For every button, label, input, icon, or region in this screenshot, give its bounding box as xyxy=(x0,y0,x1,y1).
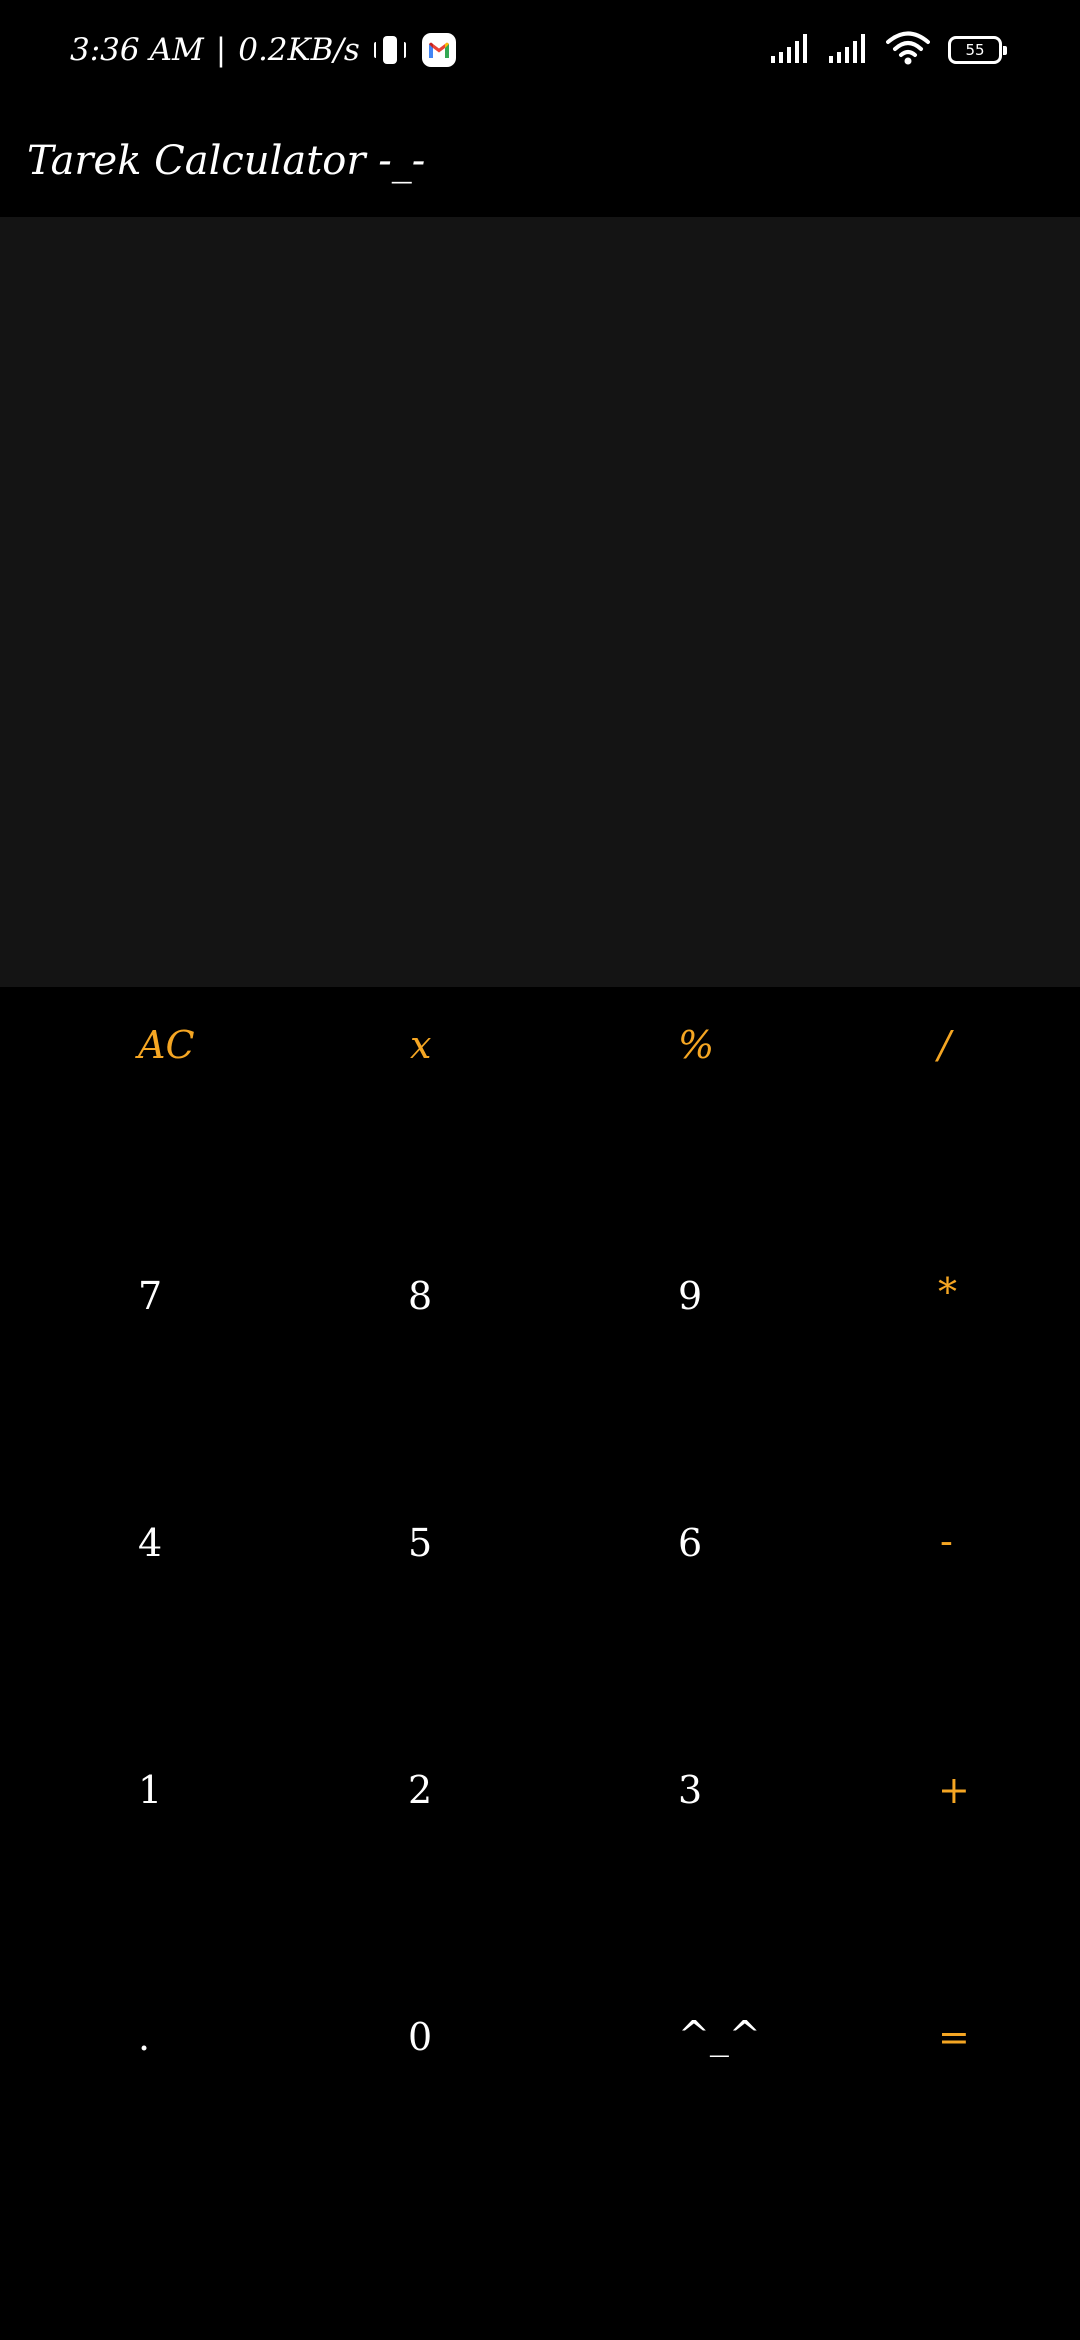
digit-9-button[interactable]: 9 xyxy=(540,1234,810,1481)
digit-5-button[interactable]: 5 xyxy=(270,1481,540,1728)
key-label: 8 xyxy=(408,1274,433,1318)
key-label: = xyxy=(938,2015,970,2059)
decimal-button[interactable]: . xyxy=(0,1975,270,2222)
key-label: 7 xyxy=(138,1274,163,1318)
digit-3-button[interactable]: 3 xyxy=(540,1728,810,1975)
key-label: - xyxy=(940,1519,953,1563)
status-right: 55 xyxy=(770,30,1007,70)
digit-6-button[interactable]: 6 xyxy=(540,1481,810,1728)
key-label: 9 xyxy=(678,1274,703,1318)
key-label: 1 xyxy=(138,1768,163,1812)
digit-4-button[interactable]: 4 xyxy=(0,1481,270,1728)
signal-icon xyxy=(770,32,810,68)
status-bar: 3:36 AM | 0.2KB/s 55 xyxy=(0,0,1080,100)
subtract-button[interactable]: - xyxy=(810,1481,1080,1728)
key-label: 6 xyxy=(678,1521,703,1565)
app-bar: Tarek Calculator -_- xyxy=(0,100,1080,217)
digit-8-button[interactable]: 8 xyxy=(270,1234,540,1481)
key-label: 4 xyxy=(138,1521,163,1565)
status-left: 3:36 AM | 0.2KB/s xyxy=(70,26,456,74)
status-net-speed: 0.2KB/s xyxy=(238,32,360,68)
add-button[interactable]: + xyxy=(810,1728,1080,1975)
key-label: 3 xyxy=(678,1768,703,1812)
equals-button[interactable]: = xyxy=(810,1975,1080,2222)
status-separator: | xyxy=(215,32,227,68)
vibrate-icon xyxy=(372,35,408,65)
status-ampm: AM xyxy=(149,32,204,68)
divide-button[interactable]: / xyxy=(810,987,1080,1234)
percent-button[interactable]: % xyxy=(540,987,810,1234)
key-label: % xyxy=(678,1023,715,1067)
key-label: x xyxy=(410,1023,432,1067)
key-label: ^_^ xyxy=(678,2013,761,2057)
wifi-icon xyxy=(886,31,930,69)
key-label: 0 xyxy=(408,2015,433,2059)
key-label: AC xyxy=(138,1023,195,1067)
battery-level: 55 xyxy=(965,41,985,59)
multiply-button[interactable]: * xyxy=(810,1234,1080,1481)
emoticon-button[interactable]: ^_^ xyxy=(540,1975,810,2222)
key-label: 5 xyxy=(408,1521,433,1565)
key-label: / xyxy=(938,1023,951,1067)
app-title: Tarek Calculator -_- xyxy=(27,138,426,184)
key-label: + xyxy=(938,1768,970,1812)
gmail-icon xyxy=(421,33,456,67)
battery-icon: 55 xyxy=(948,36,1007,64)
digit-2-button[interactable]: 2 xyxy=(270,1728,540,1975)
status-time: 3:36 xyxy=(70,32,140,68)
digit-7-button[interactable]: 7 xyxy=(0,1234,270,1481)
digit-0-button[interactable]: 0 xyxy=(270,1975,540,2222)
backspace-button[interactable]: x xyxy=(270,987,540,1234)
clear-button[interactable]: AC xyxy=(0,987,270,1234)
result-display xyxy=(0,217,1080,987)
digit-1-button[interactable]: 1 xyxy=(0,1728,270,1975)
signal-icon xyxy=(828,32,868,68)
key-label: * xyxy=(938,1270,957,1314)
key-label: 2 xyxy=(408,1768,433,1812)
keypad: AC x % / 7 8 9 * 4 5 6 - 1 2 3 + . 0 ^_^… xyxy=(0,987,1080,2227)
key-label: . xyxy=(138,2015,151,2059)
